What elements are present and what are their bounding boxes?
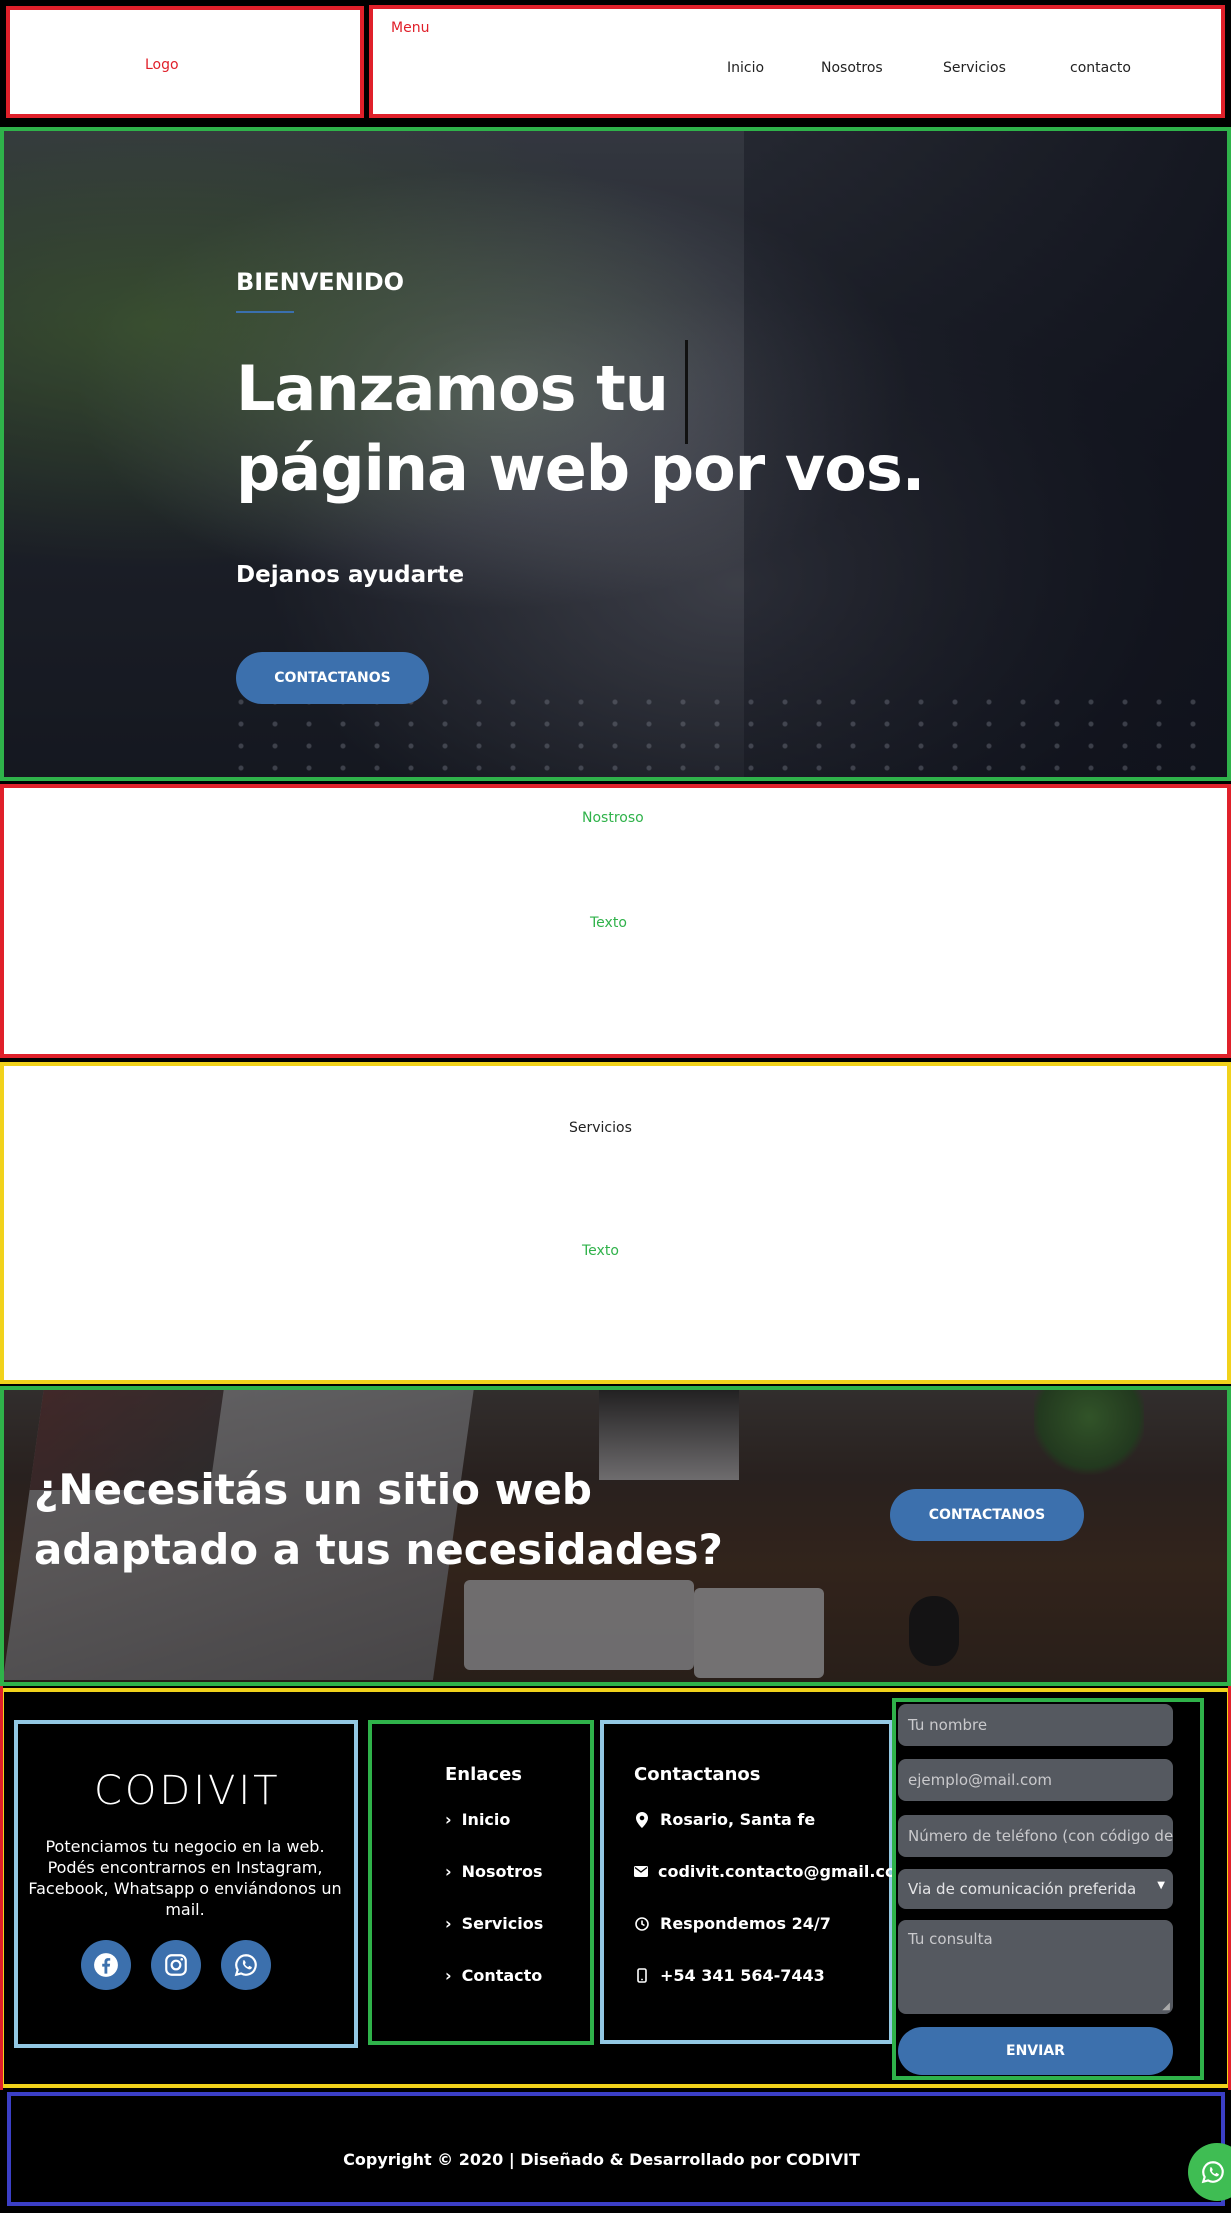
footer-link-inicio[interactable]: › Inicio xyxy=(445,1810,510,1829)
contact-location-text: Rosario, Santa fe xyxy=(660,1810,816,1829)
servicios-section: Servicios Texto xyxy=(0,1062,1231,1384)
footer-link-label: Inicio xyxy=(461,1810,511,1829)
chevron-right-icon: › xyxy=(445,1914,452,1933)
nav-item-nosotros[interactable]: Nosotros xyxy=(821,60,883,76)
name-input[interactable]: Tu nombre xyxy=(898,1704,1173,1746)
typing-cursor xyxy=(685,340,688,444)
footer-link-contacto[interactable]: › Contacto xyxy=(445,1966,542,1985)
contact-phone-text[interactable]: +54 341 564-7443 xyxy=(660,1966,825,1985)
contact-phone[interactable]: +54 341 564-7443 xyxy=(634,1966,892,1985)
chevron-right-icon: › xyxy=(445,1862,452,1881)
footer-link-servicios[interactable]: › Servicios xyxy=(445,1914,543,1933)
copyright-bar xyxy=(7,2092,1225,2206)
hero-subtitle: Dejanos ayudarte xyxy=(236,562,465,588)
message-placeholder: Tu consulta xyxy=(908,1930,993,1948)
servicios-heading: Servicios xyxy=(569,1120,632,1136)
menu-label: Menu xyxy=(391,20,430,36)
hero-contact-button[interactable]: CONTACTANOS xyxy=(236,652,429,704)
cta-section: ¿Necesitás un sitio web adaptado a tus n… xyxy=(0,1386,1231,1686)
nosotros-heading: Nostroso xyxy=(582,810,644,826)
logo-placeholder[interactable]: Logo xyxy=(145,57,179,73)
contact-hours-text: Respondemos 24/7 xyxy=(660,1914,831,1933)
logo-container[interactable]: Logo xyxy=(6,6,364,118)
whatsapp-button[interactable] xyxy=(221,1940,271,1990)
footer-link-label: Nosotros xyxy=(461,1862,543,1881)
envelope-icon xyxy=(634,1866,648,1877)
hero-title-line-2: página web por vos. xyxy=(236,432,925,505)
map-pin-icon xyxy=(634,1811,650,1828)
nosotros-section: Nostroso Texto xyxy=(0,784,1231,1058)
hero-title: Lanzamos tu página web por vos. xyxy=(236,349,1036,509)
cta-title: ¿Necesitás un sitio web adaptado a tus n… xyxy=(34,1465,723,1574)
whatsapp-icon xyxy=(234,1954,257,1977)
facebook-button[interactable] xyxy=(81,1940,131,1990)
message-textarea[interactable]: Tu consulta ◢ xyxy=(898,1920,1173,2014)
footer-link-nosotros[interactable]: › Nosotros xyxy=(445,1862,543,1881)
links-heading: Enlaces xyxy=(445,1764,523,1785)
contact-email-text[interactable]: codivit.contacto@gmail.com xyxy=(658,1862,892,1881)
footer-link-label: Servicios xyxy=(461,1914,544,1933)
chevron-right-icon: › xyxy=(445,1966,452,1985)
channel-select-value: Via de comunicación preferida xyxy=(908,1880,1137,1898)
resize-handle-icon[interactable]: ◢ xyxy=(1162,2001,1170,2012)
mobile-phone-icon xyxy=(634,1968,650,1983)
facebook-icon xyxy=(94,1953,118,1977)
hero-kicker-underline xyxy=(236,311,294,313)
contact-hours: Respondemos 24/7 xyxy=(634,1914,892,1933)
contact-email[interactable]: codivit.contacto@gmail.com xyxy=(634,1862,892,1881)
chevron-right-icon: › xyxy=(445,1810,452,1829)
brand-logo: CODIVIT xyxy=(94,1768,281,1814)
nav-item-contacto[interactable]: contacto xyxy=(1070,60,1131,76)
caret-down-icon: ▼ xyxy=(1157,1880,1165,1891)
cta-contact-button[interactable]: CONTACTANOS xyxy=(890,1489,1084,1541)
nav-item-inicio[interactable]: Inicio xyxy=(727,60,764,76)
copyright-text: Copyright © 2020 | Diseñado & Desarrolla… xyxy=(343,2150,860,2169)
nav-item-servicios[interactable]: Servicios xyxy=(943,60,1006,76)
contact-location: Rosario, Santa fe xyxy=(634,1810,892,1829)
instagram-icon xyxy=(165,1954,187,1976)
hero-kicker: BIENVENIDO xyxy=(236,268,405,296)
hero-section: BIENVENIDO Lanzamos tu página web por vo… xyxy=(0,127,1231,781)
whatsapp-icon xyxy=(1201,2161,1224,2184)
nosotros-text: Texto xyxy=(590,915,627,931)
footer-link-label: Contacto xyxy=(461,1966,543,1985)
contact-heading: Contactanos xyxy=(634,1764,761,1785)
menu-container: Menu Inicio Nosotros Servicios contacto xyxy=(369,5,1225,118)
servicios-text: Texto xyxy=(582,1243,619,1259)
instagram-button[interactable] xyxy=(151,1940,201,1990)
phone-input[interactable]: Número de teléfono (con código de área) xyxy=(898,1815,1173,1857)
submit-button[interactable]: ENVIAR xyxy=(898,2027,1173,2075)
hero-title-line-1: Lanzamos tu xyxy=(236,352,669,425)
channel-select[interactable]: Via de comunicación preferida ▼ xyxy=(898,1869,1173,1909)
email-input[interactable]: ejemplo@mail.com xyxy=(898,1759,1173,1801)
clock-icon xyxy=(634,1916,650,1931)
brand-description: Potenciamos tu negocio en la web. Podés … xyxy=(28,1837,342,1919)
